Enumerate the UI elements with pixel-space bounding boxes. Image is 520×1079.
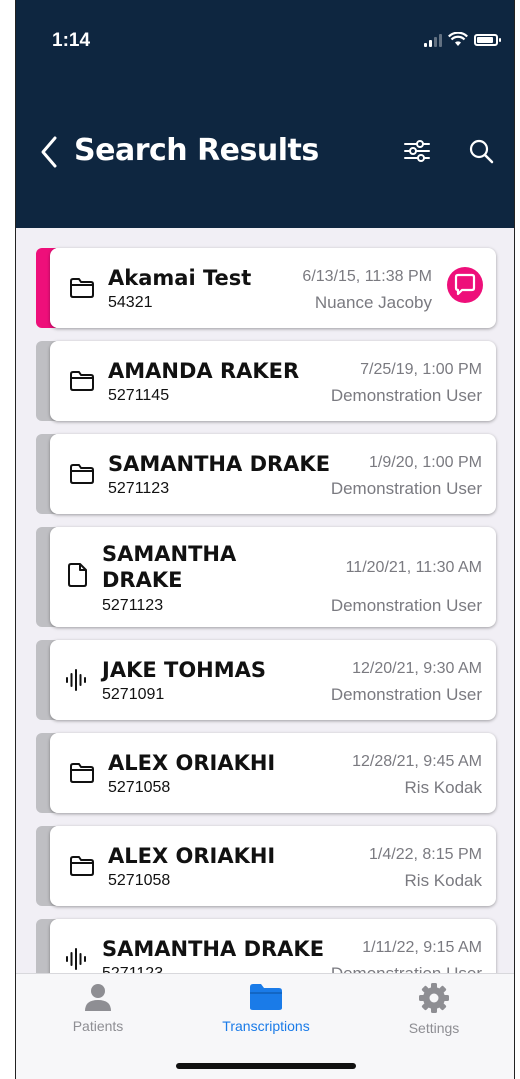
nav-header: 1:14 Search Results: [16, 0, 514, 228]
result-date: 12/20/21, 9:30 AM: [352, 660, 482, 677]
result-user: Demonstration User: [330, 386, 482, 405]
result-card-body[interactable]: SAMANTHA DRAKE 5271123 11/20/21, 11:30 A…: [50, 527, 496, 627]
result-card-body[interactable]: Akamai Test 54321 6/13/15, 11:38 PM Nuan…: [50, 248, 496, 328]
result-name: ALEX ORIAKHI: [108, 844, 276, 868]
result-card-body[interactable]: SAMANTHA DRAKE 5271123 1/11/22, 9:15 AM …: [50, 919, 496, 973]
result-card[interactable]: ALEX ORIAKHI 5271058 12/28/21, 9:45 AM R…: [36, 733, 496, 813]
result-user: Nuance Jacoby: [314, 293, 432, 312]
result-name: AMANDA RAKER: [108, 359, 300, 383]
result-name: SAMANTHA DRAKE: [102, 937, 325, 961]
result-name: JAKE TOHMAS: [102, 658, 267, 682]
result-card[interactable]: JAKE TOHMAS 5271091 12/20/21, 9:30 AM De…: [36, 640, 496, 720]
folder-icon: [250, 984, 282, 1010]
folder-icon: [68, 367, 96, 395]
result-user: Ris Kodak: [404, 778, 482, 797]
result-id: 5271145: [108, 387, 170, 404]
tab-label: Patients: [72, 1018, 124, 1034]
app-screen: 1:14 Search Results Akamai Test 54321 6/…: [15, 0, 515, 1079]
message-bubble-icon[interactable]: [446, 266, 484, 304]
result-card-body[interactable]: ALEX ORIAKHI 5271058 12/28/21, 9:45 AM R…: [50, 733, 496, 813]
result-user: Ris Kodak: [404, 871, 482, 890]
person-icon: [85, 984, 111, 1011]
result-card-body[interactable]: ALEX ORIAKHI 5271058 1/4/22, 8:15 PM Ris…: [50, 826, 496, 906]
wifi-icon: [448, 32, 468, 46]
result-id: 5271058: [108, 779, 171, 796]
folder-icon: [68, 759, 96, 787]
folder-icon: [68, 852, 96, 880]
result-card[interactable]: SAMANTHA DRAKE 5271123 1/9/20, 1:00 PM D…: [36, 434, 496, 514]
result-date: 7/25/19, 1:00 PM: [360, 361, 482, 378]
audio-waveform-icon: [62, 666, 90, 694]
result-user: Demonstration User: [331, 964, 482, 973]
sliders-icon: [404, 140, 430, 162]
result-card[interactable]: ALEX ORIAKHI 5271058 1/4/22, 8:15 PM Ris…: [36, 826, 496, 906]
tab-label: Settings: [408, 1020, 460, 1036]
result-card-body[interactable]: JAKE TOHMAS 5271091 12/20/21, 9:30 AM De…: [50, 640, 496, 720]
result-date: 1/4/22, 8:15 PM: [369, 846, 482, 863]
filter-button[interactable]: [402, 136, 432, 166]
tab-patients[interactable]: Patients: [18, 982, 178, 1052]
result-card[interactable]: AMANDA RAKER 5271145 7/25/19, 1:00 PM De…: [36, 341, 496, 421]
search-button[interactable]: [466, 136, 496, 166]
result-id: 5271123: [102, 597, 164, 614]
back-button[interactable]: [34, 130, 64, 174]
result-date: 1/9/20, 1:00 PM: [369, 454, 482, 471]
folder-icon: [68, 460, 96, 488]
result-name: SAMANTHA DRAKE: [108, 452, 331, 476]
result-id: 5271123: [108, 480, 170, 497]
result-date: 11/20/21, 11:30 AM: [345, 559, 482, 576]
result-card-body[interactable]: SAMANTHA DRAKE 5271123 1/9/20, 1:00 PM D…: [50, 434, 496, 514]
result-id: 5271058: [108, 872, 171, 889]
tab-transcriptions[interactable]: Transcriptions: [186, 982, 346, 1052]
document-icon: [64, 561, 92, 589]
result-card[interactable]: SAMANTHA DRAKE 5271123 1/11/22, 9:15 AM …: [36, 919, 496, 973]
result-user: Demonstration User: [330, 596, 482, 615]
result-name: SAMANTHA DRAKE: [102, 542, 237, 592]
tab-settings[interactable]: Settings: [354, 982, 514, 1052]
results-list[interactable]: Akamai Test 54321 6/13/15, 11:38 PM Nuan…: [16, 228, 514, 973]
result-user: Demonstration User: [330, 685, 482, 704]
chevron-left-icon: [41, 136, 57, 168]
result-date: 12/28/21, 9:45 AM: [352, 753, 482, 770]
result-name: Akamai Test: [108, 266, 252, 290]
result-card[interactable]: Akamai Test 54321 6/13/15, 11:38 PM Nuan…: [36, 248, 496, 328]
gear-icon: [419, 983, 449, 1013]
result-name: ALEX ORIAKHI: [108, 751, 276, 775]
tab-label: Transcriptions: [222, 1018, 310, 1034]
home-indicator[interactable]: [176, 1063, 356, 1069]
search-icon: [469, 139, 494, 164]
result-date: 6/13/15, 11:38 PM: [302, 268, 432, 285]
status-icons: [424, 32, 501, 47]
status-time: 1:14: [52, 30, 91, 51]
page-title: Search Results: [74, 133, 319, 168]
audio-waveform-icon: [62, 945, 90, 973]
result-card-body[interactable]: AMANDA RAKER 5271145 7/25/19, 1:00 PM De…: [50, 341, 496, 421]
cellular-signal-icon: [424, 33, 442, 47]
result-id: 54321: [108, 294, 153, 311]
result-date: 1/11/22, 9:15 AM: [362, 939, 482, 956]
result-card[interactable]: SAMANTHA DRAKE 5271123 11/20/21, 11:30 A…: [36, 527, 496, 627]
battery-icon: [474, 33, 501, 46]
result-id: 5271123: [102, 965, 163, 973]
result-id: 5271091: [102, 686, 165, 703]
folder-icon: [68, 274, 96, 302]
result-user: Demonstration User: [330, 479, 482, 498]
